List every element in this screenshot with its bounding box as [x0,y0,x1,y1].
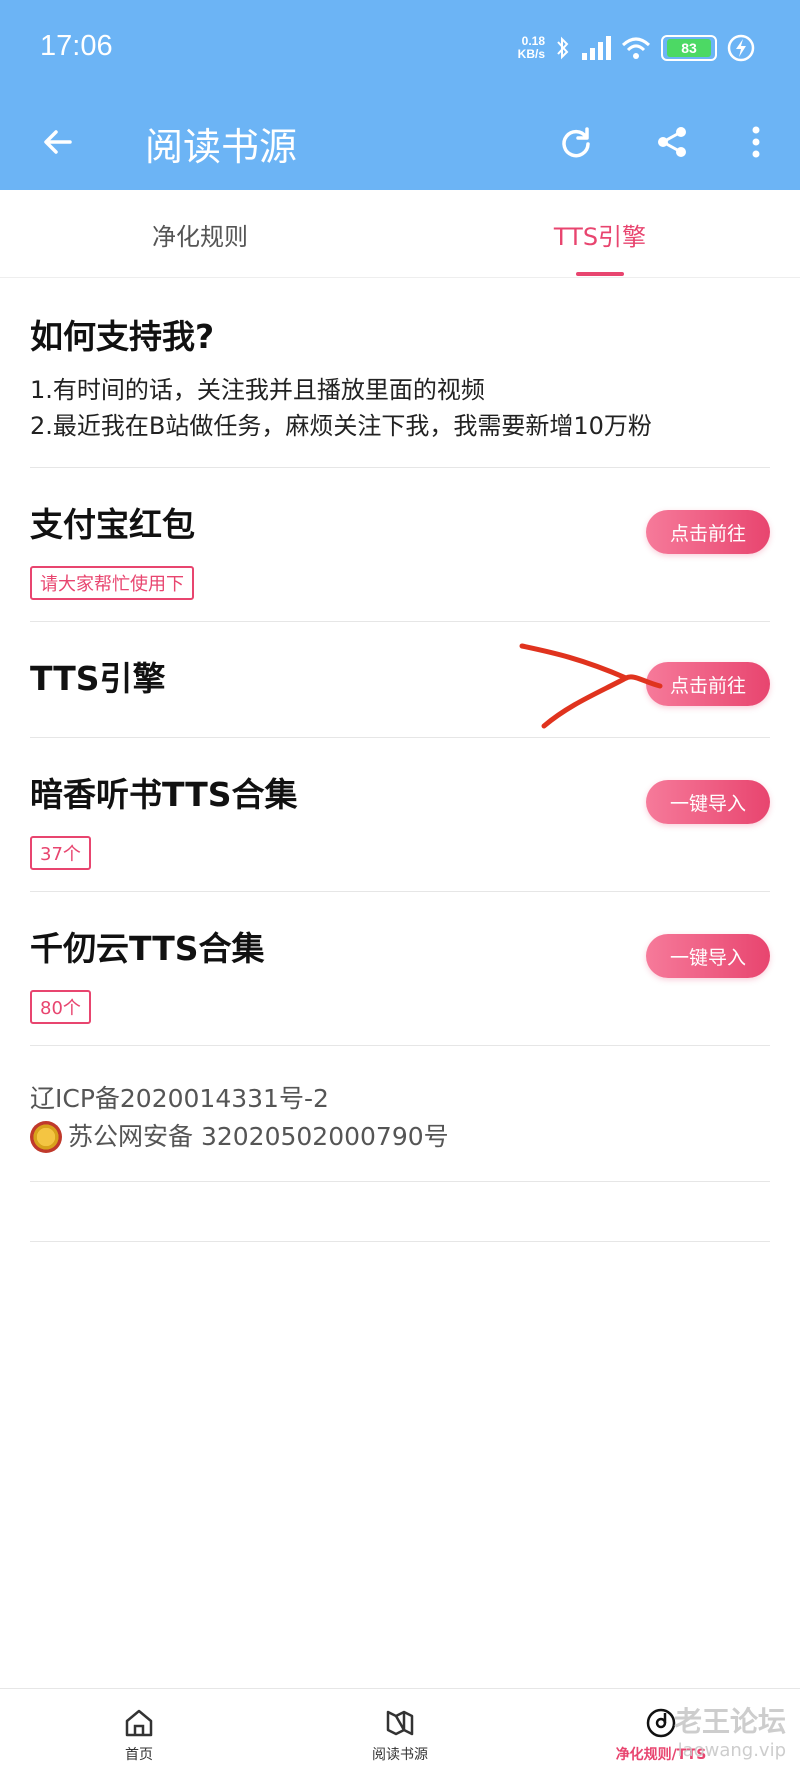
content-list: 如何支持我? 1.有时间的话，关注我并且播放里面的视频 2.最近我在B站做任务，… [30,280,770,1242]
nav-book-source[interactable]: 阅读书源 [267,1689,533,1780]
status-icons: 0.18 KB/s 83 [518,30,755,66]
nav-label: 阅读书源 [372,1747,428,1763]
police-record-text: 苏公网安备 32020502000790号 [68,1122,449,1151]
import-button[interactable]: 一键导入 [646,780,770,824]
disc-icon [646,1708,676,1738]
battery-indicator: 83 [661,35,717,61]
item-count-tag: 37个 [30,836,91,870]
wifi-icon [621,37,651,59]
item-title: 支付宝红包 [30,505,195,544]
icp-record-text: 辽ICP备2020014331号-2 [30,1084,329,1113]
watermark: 老王论坛 laowang.vip [674,1700,786,1761]
nav-label: 首页 [125,1747,153,1763]
empty-row [30,1182,770,1242]
annotation-arrow-icon [519,643,663,729]
more-menu-button[interactable] [728,114,784,170]
item-title: TTS引擎 [30,659,166,698]
import-button[interactable]: 一键导入 [646,934,770,978]
signal-icon [582,36,611,60]
app-bar: 17:06 0.18 KB/s 83 阅读书源 [0,0,800,190]
support-section: 如何支持我? 1.有时间的话，关注我并且播放里面的视频 2.最近我在B站做任务，… [30,280,770,468]
net-speed: 0.18 KB/s [518,35,545,61]
home-icon [125,1709,153,1737]
tab-active-indicator [576,272,624,276]
support-line: 1.有时间的话，关注我并且播放里面的视频 [30,376,485,404]
icp-record-link[interactable]: 辽ICP备2020014331号-2 [30,1080,770,1118]
battery-level: 83 [667,39,711,57]
more-vertical-icon [752,126,760,158]
tab-purify-rules[interactable]: 净化规则 [0,190,400,278]
back-button[interactable] [30,114,86,170]
refresh-button[interactable] [548,114,604,170]
list-item-anxiang-tts: 暗香听书TTS合集 37个 一键导入 [30,738,770,892]
item-title: 暗香听书TTS合集 [30,775,298,814]
item-tag: 请大家帮忙使用下 [30,566,194,600]
charging-icon [727,34,755,62]
go-button[interactable]: 点击前往 [646,510,770,554]
book-source-icon [386,1710,414,1736]
watermark-title: 老王论坛 [673,1705,786,1738]
support-title: 如何支持我? [30,317,215,356]
police-badge-icon [30,1121,62,1153]
item-count-tag: 80个 [30,990,91,1024]
tab-bar: 净化规则 TTS引擎 [0,190,800,278]
police-record-link[interactable]: 苏公网安备 32020502000790号 [30,1118,770,1156]
arrow-left-icon [44,130,72,154]
tab-tts-engine[interactable]: TTS引擎 [400,190,800,278]
nav-home[interactable]: 首页 [6,1689,272,1780]
watermark-url: laowang.vip [677,1740,786,1761]
page-title: 阅读书源 [145,125,298,169]
share-icon [658,127,686,157]
share-button[interactable] [644,114,700,170]
list-item-qianren-tts: 千仞云TTS合集 80个 一键导入 [30,892,770,1046]
net-speed-unit: KB/s [517,47,545,61]
toolbar: 阅读书源 [0,96,800,190]
bluetooth-icon [557,36,569,60]
refresh-icon [562,127,590,158]
support-line: 2.最近我在B站做任务，麻烦关注下我，我需要新增10万粉 [30,412,652,440]
item-title: 千仞云TTS合集 [30,929,265,968]
footer-records: 辽ICP备2020014331号-2 苏公网安备 32020502000790号 [30,1046,770,1182]
list-item-alipay: 支付宝红包 请大家帮忙使用下 点击前往 [30,468,770,622]
status-time: 17:06 [40,30,113,62]
status-bar: 17:06 0.18 KB/s 83 [0,0,800,96]
